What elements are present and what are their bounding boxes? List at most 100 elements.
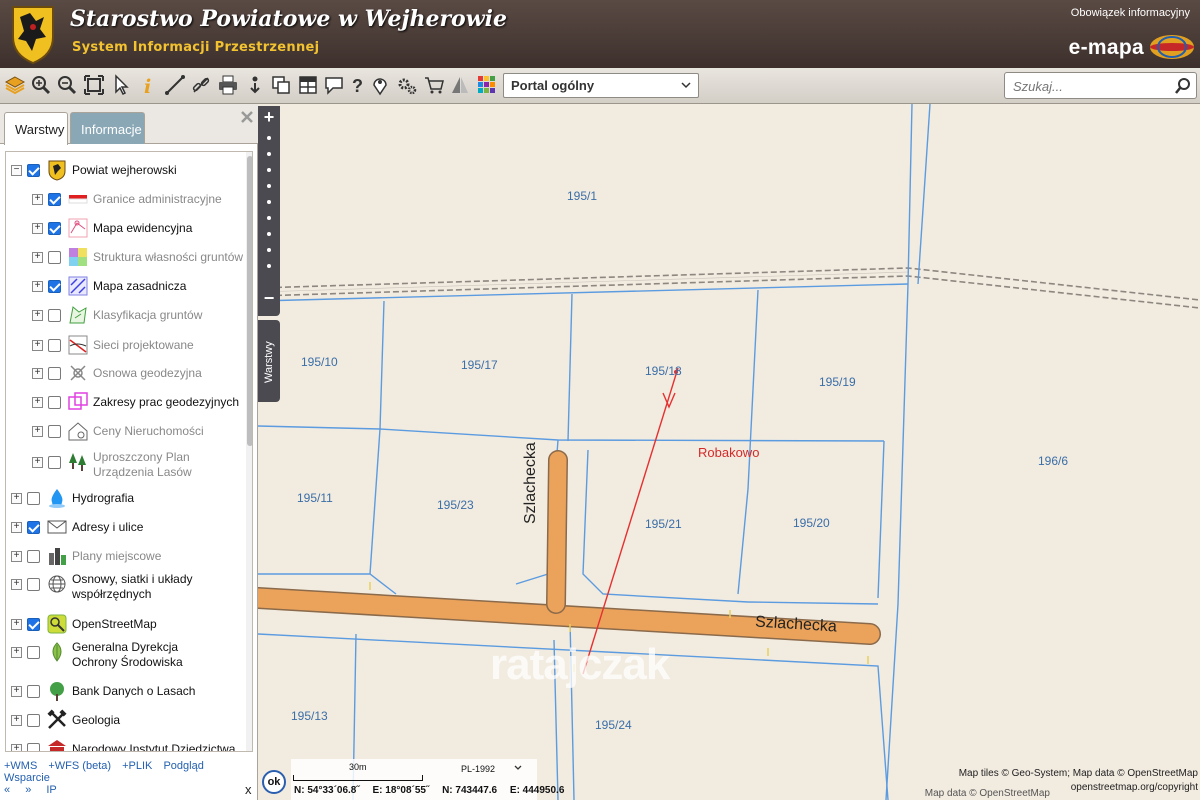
expand-toggle[interactable]: + [11, 715, 22, 726]
zoom-level-dot[interactable] [267, 184, 271, 188]
location-icon[interactable] [369, 74, 391, 96]
emapa-brand[interactable]: e-mapa [1069, 36, 1144, 60]
layer-row[interactable]: +Bank Danych o Lasach [6, 679, 241, 705]
layer-tree-scrollbar[interactable] [246, 152, 253, 752]
map-view[interactable]: 195/1 195/10 195/17 195/18 195/19 196/6 … [258, 104, 1200, 800]
expand-toggle[interactable]: + [32, 397, 43, 408]
layer-row[interactable]: +Granice administracyjne [6, 187, 241, 213]
copy-icon[interactable] [270, 74, 292, 96]
expand-toggle[interactable]: + [32, 223, 43, 234]
layer-checkbox[interactable] [48, 456, 61, 469]
expand-toggle[interactable]: + [32, 457, 43, 468]
layer-checkbox[interactable] [27, 743, 40, 752]
layer-checkbox[interactable] [27, 492, 40, 505]
layer-row[interactable]: +Mapa ewidencyjna [6, 216, 241, 242]
expand-toggle[interactable]: + [32, 252, 43, 263]
expand-toggle[interactable]: + [32, 194, 43, 205]
layers-side-tab[interactable]: Warstwy [258, 320, 280, 402]
zoom-level-dot[interactable] [267, 136, 271, 140]
layer-checkbox[interactable] [48, 425, 61, 438]
ip-link[interactable]: IP [46, 784, 56, 796]
measure-line-icon[interactable] [164, 74, 186, 96]
chevron-down-icon[interactable] [513, 763, 523, 773]
layers-icon[interactable] [4, 74, 26, 96]
add-file-link[interactable]: +PLIK [122, 760, 152, 772]
expand-toggle[interactable]: + [11, 744, 22, 752]
expand-toggle[interactable]: + [32, 340, 43, 351]
layer-checkbox[interactable] [48, 367, 61, 380]
layer-row[interactable]: +OpenStreetMap [6, 612, 241, 638]
search-icon[interactable] [1174, 77, 1192, 95]
pointer-icon[interactable] [110, 74, 132, 96]
zoom-level-dot[interactable] [267, 200, 271, 204]
expand-toggle[interactable]: + [32, 281, 43, 292]
expand-toggle[interactable]: + [11, 619, 22, 630]
zoom-level-dot[interactable] [267, 216, 271, 220]
tab-warstwy[interactable]: Warstwy [4, 112, 68, 145]
layer-checkbox[interactable] [27, 550, 40, 563]
portal-select[interactable]: Portal ogólny [503, 73, 699, 98]
expand-toggle[interactable]: − [11, 165, 22, 176]
layer-row[interactable]: +Narodowy Instytut Dziedzictwa [6, 737, 241, 752]
close-panel-icon[interactable] [240, 110, 254, 124]
table-icon[interactable] [297, 74, 319, 96]
help-icon[interactable]: ? [347, 74, 369, 96]
zoom-extent-icon[interactable] [83, 74, 105, 96]
add-wms-link[interactable]: +WMS [4, 760, 37, 772]
layer-row[interactable]: +Ceny Nieruchomości [6, 419, 241, 445]
zoom-level-dot[interactable] [267, 152, 271, 156]
expand-toggle[interactable]: + [11, 522, 22, 533]
preview-link[interactable]: Podgląd [163, 760, 203, 772]
settings-icon[interactable] [396, 74, 418, 96]
expand-toggle[interactable]: + [32, 368, 43, 379]
layer-checkbox[interactable] [48, 193, 61, 206]
layer-checkbox[interactable] [27, 164, 40, 177]
zoom-out-icon[interactable] [56, 74, 78, 96]
layer-row[interactable]: +Adresy i ulice [6, 515, 241, 541]
draw-icon[interactable] [449, 74, 471, 96]
layer-checkbox[interactable] [48, 251, 61, 264]
comment-icon[interactable] [323, 74, 345, 96]
layer-checkbox[interactable] [48, 309, 61, 322]
layer-row[interactable]: +Hydrografia [6, 486, 241, 512]
download-icon[interactable] [244, 74, 266, 96]
info-obligation-link[interactable]: Obowiązek informacyjny [1071, 7, 1190, 19]
layer-row[interactable]: +Osnowy, siatki i układy współrzędnych [6, 572, 241, 606]
next-link[interactable]: » [25, 784, 31, 796]
tab-informacje[interactable]: Informacje [70, 112, 145, 144]
layer-row[interactable]: +Klasyfikacja gruntów [6, 303, 241, 329]
scrollbar-thumb[interactable] [247, 156, 253, 446]
layer-checkbox[interactable] [48, 280, 61, 293]
layer-checkbox[interactable] [27, 521, 40, 534]
expand-toggle[interactable]: + [32, 426, 43, 437]
expand-toggle[interactable]: + [11, 493, 22, 504]
zoom-level-dot[interactable] [267, 248, 271, 252]
add-wfs-link[interactable]: +WFS (beta) [48, 760, 111, 772]
layer-row[interactable]: +Uproszczony Plan Urządzenia Lasów [6, 450, 241, 484]
zoom-in-icon[interactable] [30, 74, 52, 96]
zoom-level-dot[interactable] [267, 168, 271, 172]
zoom-level-dot[interactable] [267, 232, 271, 236]
layer-row[interactable]: −Powiat wejherowski [6, 158, 241, 184]
panel-collapse-x[interactable]: x [245, 782, 252, 797]
expand-toggle[interactable]: + [11, 647, 22, 658]
layer-checkbox[interactable] [48, 339, 61, 352]
crs-select[interactable]: PL-1992 [461, 764, 495, 774]
layer-row[interactable]: +Generalna Dyrekcja Ochrony Środowiska [6, 640, 241, 674]
layer-checkbox[interactable] [48, 222, 61, 235]
measure-link-icon[interactable] [190, 74, 212, 96]
layer-checkbox[interactable] [27, 646, 40, 659]
layer-checkbox[interactable] [27, 685, 40, 698]
layer-checkbox[interactable] [48, 396, 61, 409]
cart-icon[interactable] [423, 74, 445, 96]
zoom-level-dot[interactable] [267, 264, 271, 268]
ok-button[interactable]: ok [262, 770, 286, 794]
layer-checkbox[interactable] [27, 618, 40, 631]
expand-toggle[interactable]: + [11, 551, 22, 562]
layer-row[interactable]: +Sieci projektowane [6, 333, 241, 359]
expand-toggle[interactable]: + [32, 310, 43, 321]
color-grid-icon[interactable] [476, 74, 498, 96]
zoom-plus-button[interactable]: + [258, 107, 280, 128]
expand-toggle[interactable]: + [11, 579, 22, 590]
osm-copyright-link[interactable]: openstreetmap.org/copyright [1071, 782, 1198, 793]
